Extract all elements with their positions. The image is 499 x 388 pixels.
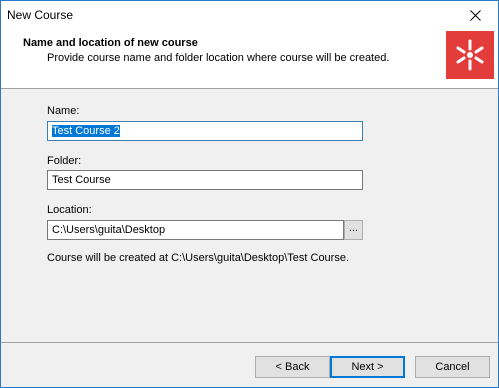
name-label: Name: bbox=[47, 105, 80, 117]
new-course-dialog: New Course Name and location of new cour… bbox=[0, 0, 499, 388]
cancel-button[interactable]: Cancel bbox=[415, 356, 490, 378]
header-subtitle: Provide course name and folder location … bbox=[47, 52, 390, 64]
footer-separator bbox=[1, 342, 498, 343]
header-title: Name and location of new course bbox=[23, 37, 198, 49]
logo-burst-icon bbox=[456, 39, 484, 71]
name-field[interactable]: Test Course 2 bbox=[47, 121, 363, 141]
folder-label: Folder: bbox=[47, 155, 82, 167]
course-path-info: Course will be created at C:\Users\guita… bbox=[47, 252, 350, 264]
wizard-header: Name and location of new course Provide … bbox=[1, 29, 498, 89]
window-title: New Course bbox=[7, 8, 74, 22]
close-button[interactable] bbox=[452, 1, 498, 29]
title-bar: New Course bbox=[1, 1, 498, 29]
location-field[interactable]: C:\Users\guita\Desktop bbox=[47, 220, 344, 240]
browse-button[interactable]: ... bbox=[344, 220, 363, 240]
location-field-value: C:\Users\guita\Desktop bbox=[52, 224, 166, 236]
name-field-value: Test Course 2 bbox=[52, 125, 120, 137]
back-button[interactable]: < Back bbox=[255, 356, 330, 378]
location-label: Location: bbox=[47, 204, 92, 216]
close-icon bbox=[469, 9, 481, 21]
app-logo-icon bbox=[446, 31, 494, 79]
folder-field-value: Test Course bbox=[52, 174, 111, 186]
folder-field[interactable]: Test Course bbox=[47, 170, 363, 190]
next-button[interactable]: Next > bbox=[330, 356, 405, 378]
